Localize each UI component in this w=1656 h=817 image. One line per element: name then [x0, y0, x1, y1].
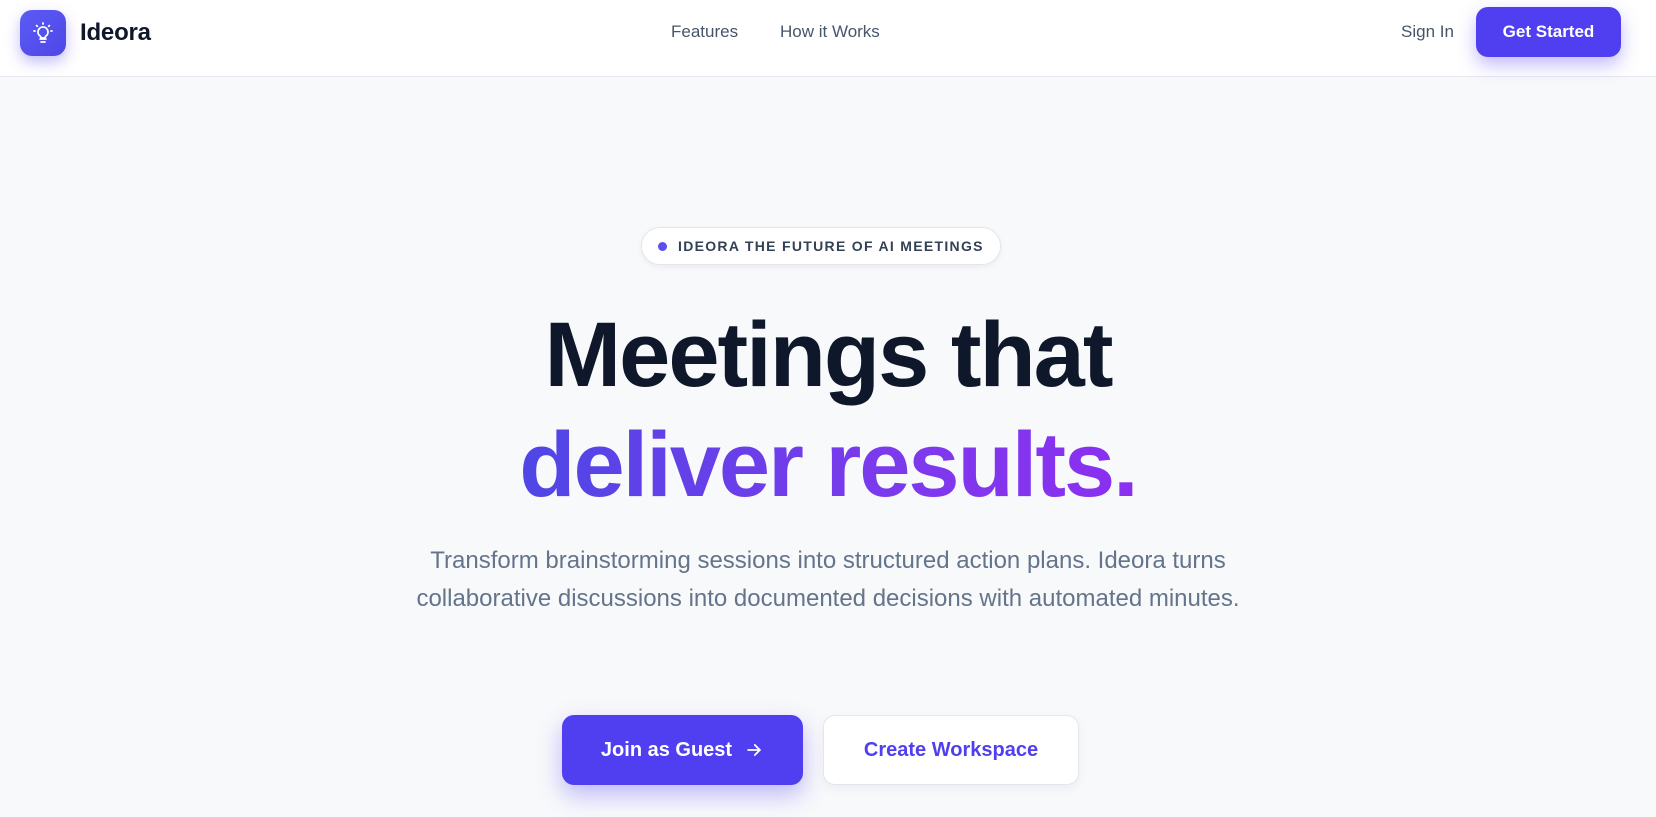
join-as-guest-label: Join as Guest	[600, 738, 733, 761]
headline-line-1: Meetings that	[544, 304, 1114, 406]
arrow-right-icon	[747, 744, 761, 756]
headline-line-2: deliver results.	[519, 410, 1138, 520]
nav-link-features[interactable]: Features	[671, 22, 738, 42]
create-workspace-label: Create Workspace	[863, 738, 1039, 761]
hero-headline: Meetings that deliver results.	[0, 300, 1656, 520]
brand-name[interactable]: Ideora	[80, 19, 151, 47]
hero-subtitle: Transform brainstorming sessions into st…	[416, 547, 1240, 612]
create-workspace-button[interactable]: Create Workspace	[823, 715, 1079, 785]
hero-badge: IDEORA THE FUTURE OF AI MEETINGS	[641, 227, 1001, 265]
top-navbar: Ideora Features How it Works Sign In Get…	[0, 0, 1656, 77]
get-started-button[interactable]: Get Started	[1476, 7, 1621, 57]
badge-dot-icon	[658, 241, 667, 251]
logo-mark[interactable]	[20, 10, 66, 56]
nav-link-how-it-works[interactable]: How it Works	[780, 22, 880, 42]
join-as-guest-button[interactable]: Join as Guest	[562, 715, 803, 785]
badge-label: IDEORA THE FUTURE OF AI MEETINGS	[678, 238, 984, 254]
sign-in-link[interactable]: Sign In	[1401, 22, 1454, 42]
lightbulb-icon	[33, 22, 53, 43]
